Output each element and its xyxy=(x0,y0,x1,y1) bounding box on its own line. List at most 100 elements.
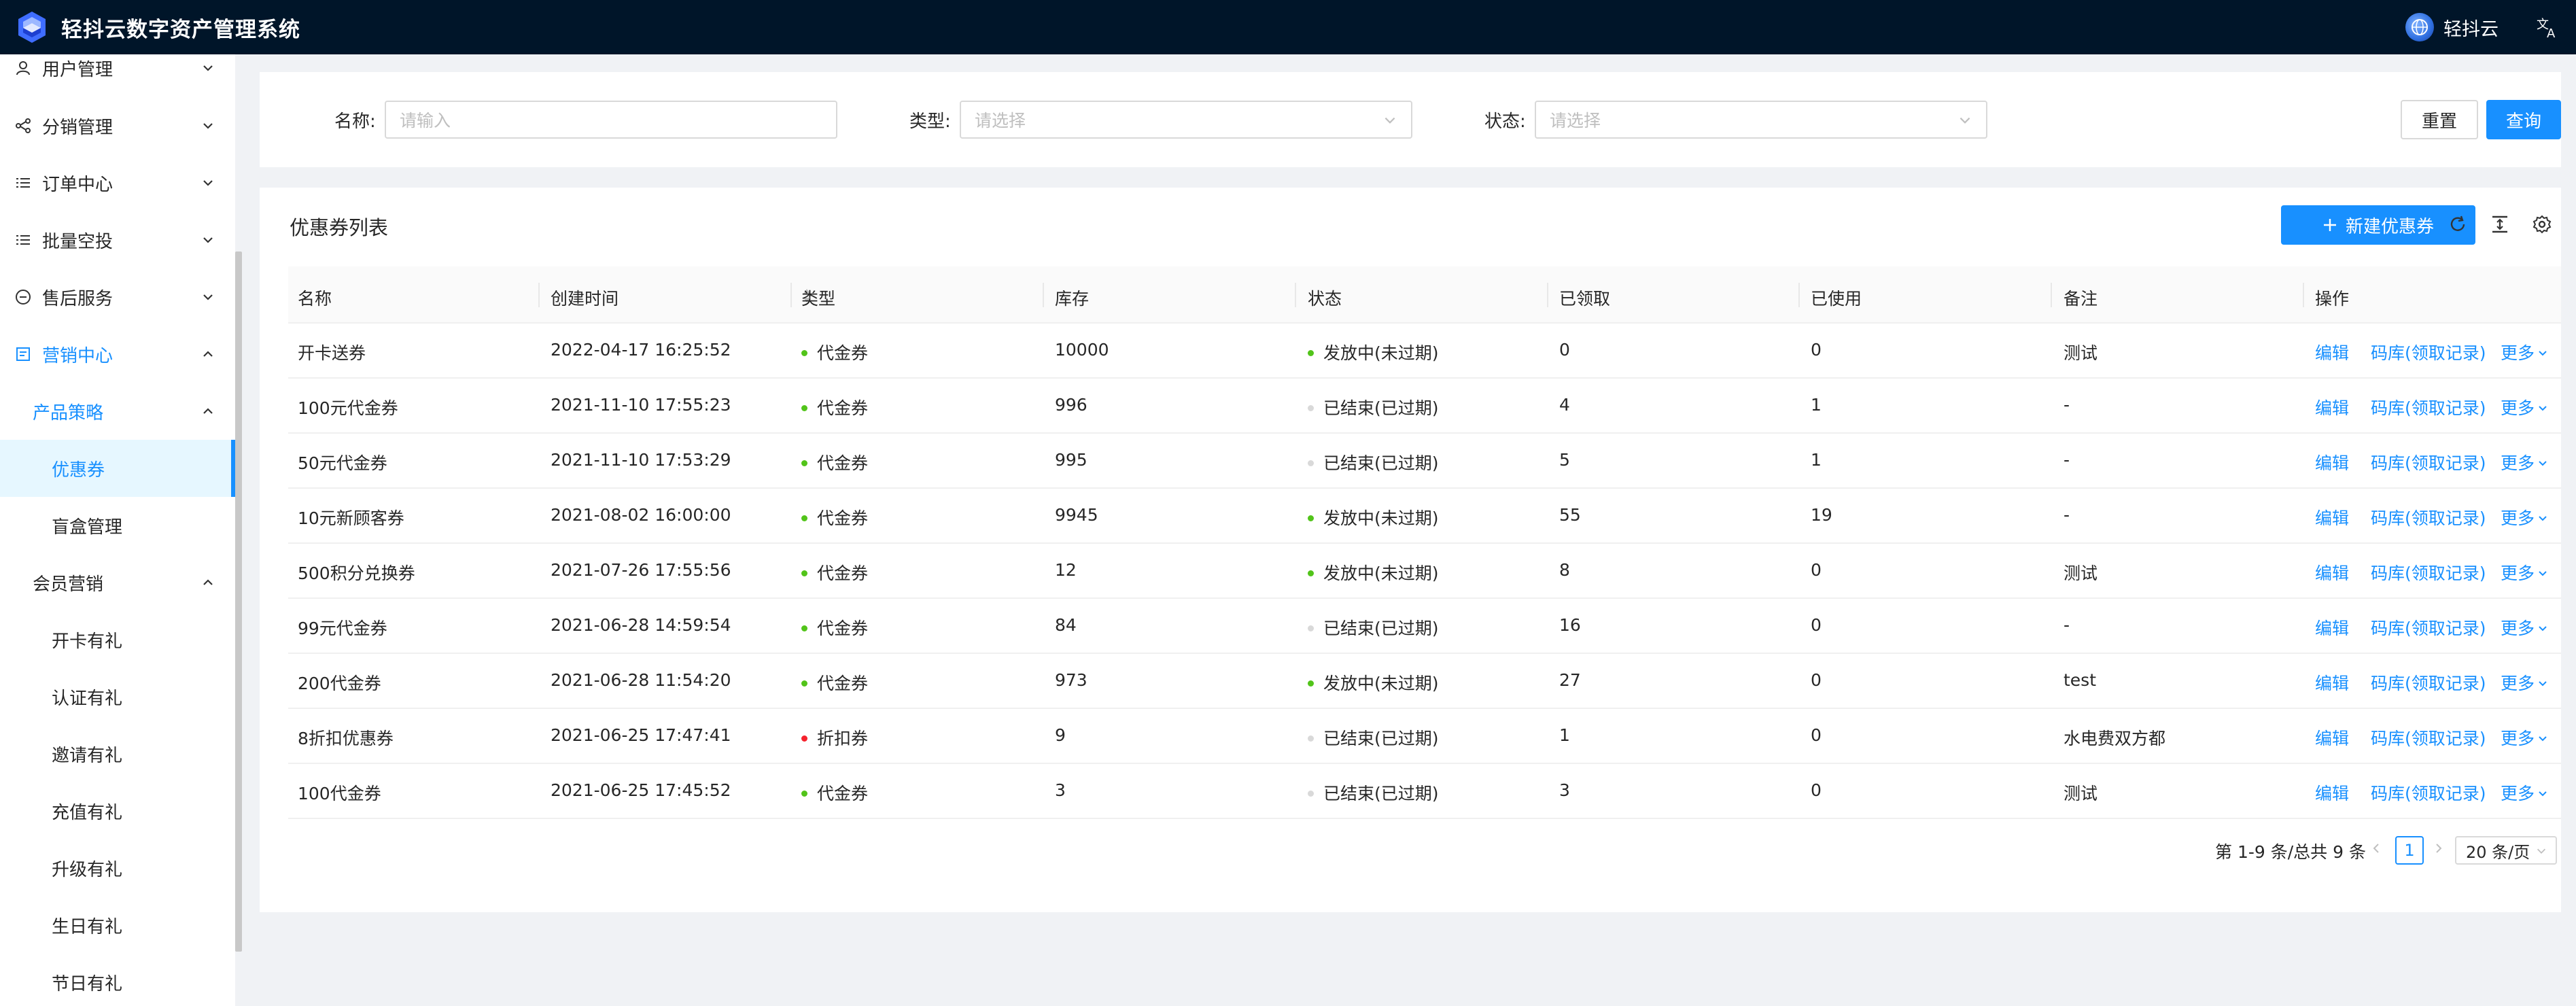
more-dropdown[interactable]: 更多 xyxy=(2501,505,2548,530)
sidebar-item-aftersales[interactable]: 售后服务 xyxy=(0,268,235,326)
sidebar-item-blind-box[interactable]: 盲盒管理 xyxy=(0,497,235,554)
code-records-link[interactable]: 码库(领取记录) xyxy=(2371,780,2486,805)
status-dot xyxy=(1308,404,1314,411)
code-records-link[interactable]: 码库(领取记录) xyxy=(2371,615,2486,640)
edit-link[interactable]: 编辑 xyxy=(2315,560,2349,585)
sidebar-item-user[interactable]: 用户管理 xyxy=(0,54,235,97)
marketing-icon xyxy=(14,345,33,364)
type-label: 类型: xyxy=(909,111,951,132)
query-button[interactable]: 查询 xyxy=(2486,100,2561,139)
cell-claimed: 0 xyxy=(1559,340,1570,360)
cell-type: 代金券 xyxy=(801,505,868,530)
edit-link[interactable]: 编辑 xyxy=(2315,450,2349,474)
cell-stock: 9945 xyxy=(1055,505,1098,525)
type-dot xyxy=(801,459,807,466)
status-dot xyxy=(1308,570,1314,576)
sidebar-item-member[interactable]: 生日有礼 xyxy=(0,897,235,954)
sidebar-item-member[interactable]: 充值有礼 xyxy=(0,782,235,839)
cell-created: 2021-08-02 16:00:00 xyxy=(551,505,731,525)
edit-link[interactable]: 编辑 xyxy=(2315,395,2349,419)
edit-link[interactable]: 编辑 xyxy=(2315,670,2349,695)
table-row: 8折扣优惠券 2021-06-25 17:47:41 折扣券 9 已结束(已过期) 1 0 水… xyxy=(288,709,2561,764)
sidebar-item-marketing[interactable]: 营销中心 xyxy=(0,326,235,383)
status-dot xyxy=(1308,625,1314,631)
cell-created: 2022-04-17 16:25:52 xyxy=(551,340,731,360)
sidebar-item-member[interactable]: 节日有礼 xyxy=(0,954,235,1006)
edit-link[interactable]: 编辑 xyxy=(2315,615,2349,640)
reset-button[interactable]: 重置 xyxy=(2401,100,2478,139)
chevron-right-icon[interactable] xyxy=(2431,840,2447,856)
sidebar-item-distribution[interactable]: 分销管理 xyxy=(0,97,235,154)
more-dropdown[interactable]: 更多 xyxy=(2501,615,2548,640)
edit-link[interactable]: 编辑 xyxy=(2315,340,2349,364)
column-header: 库存 xyxy=(1055,289,1090,309)
sidebar-item-coupon[interactable]: 优惠券 xyxy=(0,440,235,497)
sidebar-item-product-strategy[interactable]: 产品策略 xyxy=(0,383,235,440)
status-select[interactable]: 请选择 xyxy=(1535,101,1987,139)
brand[interactable]: 轻抖云数字资产管理系统 xyxy=(15,10,300,44)
list-icon xyxy=(14,230,33,249)
sidebar-item-member[interactable]: 认证有礼 xyxy=(0,668,235,725)
code-records-link[interactable]: 码库(领取记录) xyxy=(2371,725,2486,750)
more-dropdown[interactable]: 更多 xyxy=(2501,560,2548,585)
status-label: 状态: xyxy=(1484,111,1526,132)
edit-link[interactable]: 编辑 xyxy=(2315,725,2349,750)
pagination-page-1[interactable]: 1 xyxy=(2395,836,2424,865)
sidebar-item-orders[interactable]: 订单中心 xyxy=(0,154,235,211)
sidebar-item-member[interactable]: 邀请有礼 xyxy=(0,725,235,782)
cell-created: 2021-11-10 17:53:29 xyxy=(551,450,731,470)
top-header: 轻抖云数字资产管理系统 轻抖云 文 A xyxy=(0,0,2576,54)
table-row: 10元新顾客券 2021-08-02 16:00:00 代金券 9945 发放中(未过期… xyxy=(288,489,2561,544)
chevron-left-icon[interactable] xyxy=(2368,840,2384,856)
sidebar-scrollbar[interactable] xyxy=(235,252,242,952)
code-records-link[interactable]: 码库(领取记录) xyxy=(2371,560,2486,585)
cell-stock: 995 xyxy=(1055,450,1087,470)
page-size-select[interactable]: 20 条/页 xyxy=(2455,836,2557,865)
table-row: 100元代金券 2021-11-10 17:55:23 代金券 996 已结束(已过期)… xyxy=(288,379,2561,434)
coupon-table-card: 优惠券列表 新建优惠券 名称 创建时间 类型 库存 状态 已领取 已使用 备注 … xyxy=(260,188,2561,912)
more-dropdown[interactable]: 更多 xyxy=(2501,670,2548,695)
translate-icon[interactable]: 文 A xyxy=(2534,14,2561,41)
sidebar-item-airdrop[interactable]: 批量空投 xyxy=(0,211,235,268)
cell-created: 2021-06-25 17:45:52 xyxy=(551,780,731,800)
cell-stock: 9 xyxy=(1055,725,1066,745)
code-records-link[interactable]: 码库(领取记录) xyxy=(2371,505,2486,530)
reload-icon[interactable] xyxy=(2447,213,2469,235)
cell-status: 发放中(未过期) xyxy=(1308,560,1439,585)
avatar[interactable] xyxy=(2405,13,2434,41)
type-select[interactable]: 请选择 xyxy=(960,101,1412,139)
chevron-down-icon xyxy=(2539,461,2547,466)
sidebar-item-member[interactable]: 升级有礼 xyxy=(0,839,235,897)
cell-created: 2021-11-10 17:55:23 xyxy=(551,395,731,415)
edit-link[interactable]: 编辑 xyxy=(2315,780,2349,805)
more-dropdown[interactable]: 更多 xyxy=(2501,395,2548,419)
cell-used: 0 xyxy=(1811,560,1822,580)
cell-claimed: 8 xyxy=(1559,560,1570,580)
gear-icon[interactable] xyxy=(2531,213,2553,235)
more-dropdown[interactable]: 更多 xyxy=(2501,340,2548,364)
cell-used: 0 xyxy=(1811,340,1822,360)
edit-link[interactable]: 编辑 xyxy=(2315,505,2349,530)
more-dropdown[interactable]: 更多 xyxy=(2501,780,2548,805)
name-input[interactable]: 请输入 xyxy=(385,101,837,139)
cell-used: 0 xyxy=(1811,725,1822,745)
cell-name: 500积分兑换券 xyxy=(298,563,415,583)
more-dropdown[interactable]: 更多 xyxy=(2501,725,2548,750)
code-records-link[interactable]: 码库(领取记录) xyxy=(2371,340,2486,364)
column-header[interactable]: 创建时间 xyxy=(551,285,619,310)
sidebar-item-member-marketing[interactable]: 会员营销 xyxy=(0,554,235,611)
status-dot xyxy=(1308,515,1314,521)
cell-type: 代金券 xyxy=(801,395,868,419)
cell-stock: 996 xyxy=(1055,395,1087,415)
sidebar-item-member[interactable]: 开卡有礼 xyxy=(0,611,235,668)
code-records-link[interactable]: 码库(领取记录) xyxy=(2371,395,2486,419)
code-records-link[interactable]: 码库(领取记录) xyxy=(2371,670,2486,695)
code-records-link[interactable]: 码库(领取记录) xyxy=(2371,450,2486,474)
density-icon[interactable] xyxy=(2489,213,2511,235)
chevron-down-icon xyxy=(2539,351,2547,356)
chevron-up-icon xyxy=(200,574,216,591)
more-dropdown[interactable]: 更多 xyxy=(2501,450,2548,474)
chevron-down-icon xyxy=(200,289,216,305)
chevron-down-icon xyxy=(2539,736,2547,742)
user-name[interactable]: 轻抖云 xyxy=(2443,14,2499,41)
